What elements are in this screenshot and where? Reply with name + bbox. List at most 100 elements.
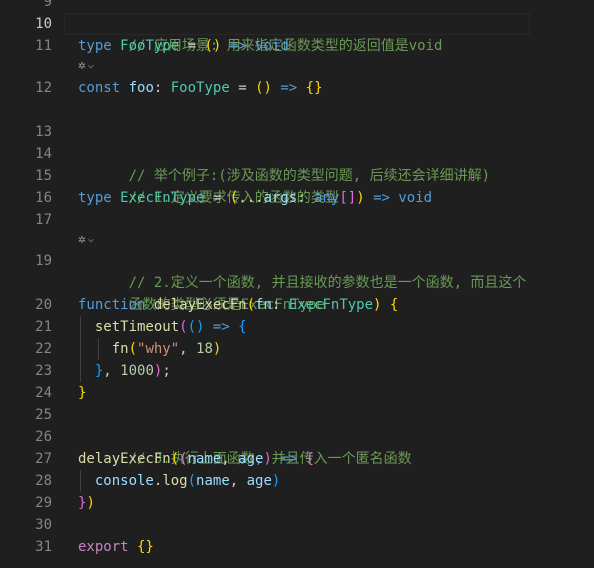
bracket: } <box>78 385 87 401</box>
type-name: ExecFnType <box>288 297 374 313</box>
line-number: 20 <box>35 297 52 313</box>
bracket: {} <box>128 539 154 555</box>
line-number: 27 <box>35 451 52 467</box>
code-line-21: setTimeout(() => { <box>78 316 247 338</box>
bracket: ( <box>170 451 180 467</box>
function-name: delayExecFn <box>153 297 247 313</box>
string: "why" <box>137 341 180 357</box>
bracket: ) <box>271 473 281 489</box>
bracket: () <box>255 80 272 96</box>
code-line-29: }) <box>78 492 95 514</box>
punctuation: , <box>229 473 247 489</box>
bracket: {} <box>305 80 323 96</box>
code-line-10: // 应用场景: 用来指定函数类型的返回值是void <box>78 13 443 54</box>
line-number: 25 <box>35 407 52 423</box>
code-line-28: console.log(name, age) <box>78 470 281 492</box>
arrow: => <box>271 451 306 467</box>
bracket: () <box>204 38 222 54</box>
keyword: function <box>78 297 146 313</box>
code-line-11: type FooType = () => void <box>78 35 289 57</box>
parameter: age <box>246 473 272 489</box>
code-line-26: // 3.执行上面函数, 并且传入一个匿名函数 <box>78 426 412 467</box>
punctuation: , <box>221 451 239 467</box>
line-number: 31 <box>35 539 52 555</box>
function-call: log <box>162 473 188 489</box>
bracket: ) <box>212 341 222 357</box>
line-number: 12 <box>35 80 52 96</box>
line-number: 26 <box>35 429 52 445</box>
bracket: ) <box>86 495 95 511</box>
sparkle-icon[interactable]: ✲ <box>78 230 86 250</box>
line-number-current: 10 <box>35 16 52 32</box>
operator: = <box>179 38 205 54</box>
punctuation: , <box>179 341 197 357</box>
bracket: ( <box>229 190 239 206</box>
operator: = <box>204 190 230 206</box>
arrow: => <box>204 319 239 335</box>
line-number: 14 <box>35 146 52 162</box>
variable: foo <box>128 80 154 96</box>
bracket: ( <box>179 319 188 335</box>
parameter: fn <box>255 297 272 313</box>
bracket: ( <box>246 297 256 313</box>
code-editor[interactable]: 9 10 11 12 13 14 15 16 17 19 20 21 22 23… <box>0 0 594 568</box>
line-number: 9 <box>43 0 52 10</box>
parameter: name <box>187 451 222 467</box>
code-line-19: // 2.定义一个函数, 并且接收的参数也是一个函数, 而且这个 <box>78 250 527 291</box>
keyword: type <box>78 38 112 54</box>
bracket: { <box>305 451 315 467</box>
line-number: 28 <box>35 473 52 489</box>
bracket: ( <box>187 473 197 489</box>
type-name: ExecFnType <box>120 190 205 206</box>
code-line-16: // 1.定义要求传入的函数的类型 <box>78 165 339 206</box>
spread: ... <box>238 190 264 206</box>
parameter: age <box>238 451 264 467</box>
code-line-27: delayExecFn((name, age) => { <box>78 448 314 470</box>
line-number: 19 <box>35 253 52 269</box>
punctuation: : <box>297 190 315 206</box>
code-line-17: type ExecFnType = (...args: any[]) => vo… <box>78 187 432 209</box>
code-line-19-wrap: 函数的类型必须是ExecFnType <box>78 272 325 313</box>
code-line-20: function delayExecFn(fn: ExecFnType) { <box>78 294 398 316</box>
line-number: 16 <box>35 190 52 206</box>
parameter: args <box>263 190 298 206</box>
bracket: ( <box>179 451 188 467</box>
code-line-22: fn("why", 18) <box>78 338 222 360</box>
codelens-actions[interactable]: ✲ ⌵ <box>78 230 94 250</box>
punctuation: : <box>153 80 171 96</box>
punctuation: : <box>271 297 289 313</box>
code-line-23: }, 1000); <box>78 360 171 382</box>
line-number: 22 <box>35 341 52 357</box>
line-number: 30 <box>35 517 52 533</box>
keyword: type <box>78 190 112 206</box>
line-number: 13 <box>35 124 52 140</box>
bracket: { <box>238 319 247 335</box>
line-number: 29 <box>35 495 52 511</box>
keyword: void <box>398 190 433 206</box>
function-call: fn <box>111 341 129 357</box>
bracket: [] <box>339 190 357 206</box>
type-name: FooType <box>170 80 230 96</box>
keyword: export <box>78 539 129 555</box>
chevron-down-icon[interactable]: ⌵ <box>88 230 94 250</box>
function-call: delayExecFn <box>78 451 171 467</box>
code-line-31: export {} <box>78 536 154 558</box>
keyword: any <box>314 190 340 206</box>
function-call: setTimeout <box>94 319 180 335</box>
bracket: ) <box>356 190 365 206</box>
line-number-gutter: 9 10 11 12 13 14 15 16 17 19 20 21 22 23… <box>0 0 64 568</box>
bracket: ( <box>128 341 138 357</box>
line-number: 23 <box>35 363 52 379</box>
line-number: 11 <box>35 38 52 54</box>
line-number: 21 <box>35 319 52 335</box>
keyword: void <box>255 38 289 54</box>
operator: = <box>229 80 256 96</box>
arrow: => <box>221 38 256 54</box>
code-line-15: // 举个例子:(涉及函数的类型问题, 后续还会详细讲解) <box>78 143 490 184</box>
line-number: 24 <box>35 385 52 401</box>
arrow: => <box>271 80 306 96</box>
object: console <box>94 473 154 489</box>
line-number: 15 <box>35 168 52 184</box>
punctuation: , <box>103 363 121 379</box>
bracket: ) <box>263 451 272 467</box>
